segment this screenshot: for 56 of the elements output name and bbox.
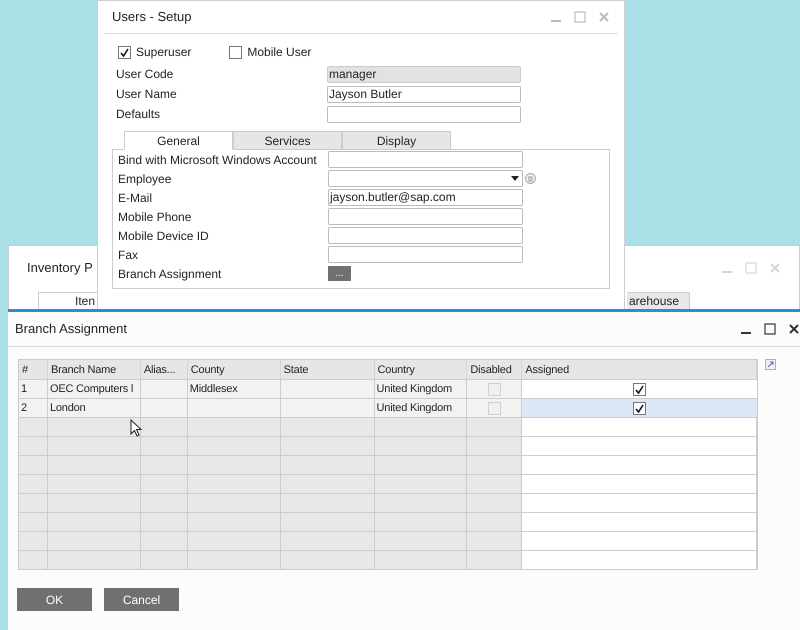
column-header[interactable]: Assigned: [522, 360, 758, 379]
tab[interactable]: arehouse: [627, 292, 690, 309]
input-field[interactable]: [328, 246, 523, 263]
table-cell: London: [48, 399, 141, 417]
browse-button[interactable]: ...: [328, 266, 351, 281]
expand-icon[interactable]: [765, 359, 776, 370]
tab[interactable]: Services: [233, 131, 342, 150]
tab[interactable]: Display: [342, 131, 451, 150]
window-title: Users - Setup: [112, 8, 192, 26]
dropdown-field[interactable]: [328, 170, 523, 187]
field-label: User Name: [116, 86, 178, 103]
input-field[interactable]: [327, 106, 521, 122]
column-header[interactable]: Disabled: [467, 360, 522, 379]
input-field[interactable]: Jayson Butler: [327, 86, 521, 102]
field-label: Mobile Phone: [118, 208, 192, 226]
field-label: Mobile Device ID: [118, 228, 210, 244]
maximize-icon[interactable]: [764, 323, 776, 335]
field-label: Employee: [118, 170, 172, 188]
table-cell: Middlesex: [188, 380, 281, 398]
table-cell: 1: [19, 380, 48, 398]
column-header[interactable]: State: [280, 360, 375, 379]
table-cell: United Kingdom: [374, 399, 468, 417]
tab[interactable]: Iten: [38, 292, 97, 309]
mouse-cursor-icon: [130, 419, 142, 437]
dialog-button[interactable]: OK: [17, 588, 92, 611]
column-header[interactable]: County: [188, 360, 281, 379]
list-icon[interactable]: [525, 173, 536, 184]
field-label: E-Mail: [118, 190, 154, 206]
field-label: Bind with Microsoft Windows Account: [118, 152, 318, 168]
column-header[interactable]: Branch Name: [48, 360, 141, 379]
checkbox-label: Mobile User: [247, 44, 312, 61]
input-field[interactable]: [328, 227, 523, 244]
input-field[interactable]: jayson.butler@sap.com: [328, 189, 523, 206]
column-header[interactable]: Country: [374, 360, 468, 379]
window-title: Branch Assignment: [15, 320, 128, 338]
checkbox[interactable]: [633, 382, 646, 396]
checkbox[interactable]: [229, 46, 242, 58]
field-label: Defaults: [116, 106, 162, 123]
caret-icon: [511, 176, 519, 181]
column-header[interactable]: #: [19, 360, 48, 379]
dialog-button[interactable]: Cancel: [104, 588, 179, 611]
table-cell: OEC Computers l: [48, 380, 141, 398]
column-header[interactable]: Alias...: [140, 360, 188, 379]
input-field[interactable]: [328, 208, 523, 225]
window-title: Inventory P: [27, 259, 93, 277]
checkbox[interactable]: [118, 46, 131, 58]
checkbox-label: Superuser: [136, 44, 192, 61]
field-label: Fax: [118, 246, 140, 264]
table-cell: United Kingdom: [374, 380, 468, 398]
input-field[interactable]: [328, 151, 523, 168]
field-label: User Code: [116, 66, 174, 83]
field-label: Branch Assignment: [118, 266, 222, 282]
checkbox[interactable]: [633, 402, 646, 414]
tab[interactable]: General: [124, 131, 233, 150]
close-icon[interactable]: [788, 323, 800, 335]
table-cell: 2: [19, 399, 48, 417]
